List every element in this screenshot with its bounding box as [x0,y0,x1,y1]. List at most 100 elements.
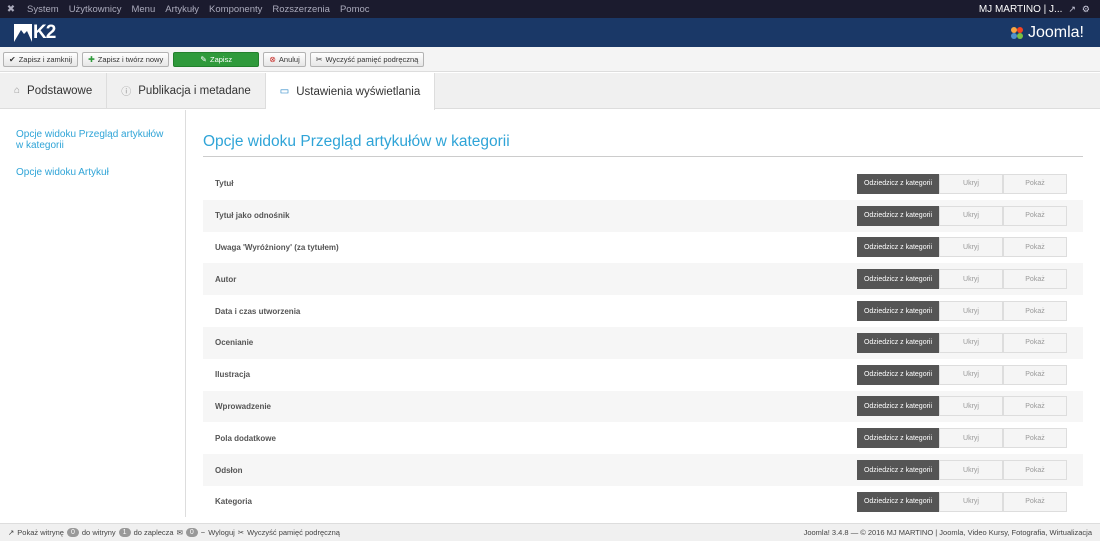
admin-menu: System Użytkownicy Menu Artykuły Kompone… [22,4,375,15]
inherit-option[interactable]: Odziedzicz z kategorii [857,428,939,449]
hide-option[interactable]: Ukryj [939,269,1003,290]
inherit-option[interactable]: Odziedzicz z kategorii [857,205,939,226]
inherit-option[interactable]: Odziedzicz z kategorii [857,237,939,258]
show-option[interactable]: Pokaż [1003,205,1067,226]
mountain-icon [14,23,32,42]
show-option[interactable]: Pokaż [1003,491,1067,512]
hide-option[interactable]: Ukryj [939,237,1003,258]
inherit-option[interactable]: Odziedzicz z kategorii [857,332,939,353]
info-icon: ⓘ [121,87,132,98]
option-label: Ilustracja [215,370,251,380]
show-site-link[interactable]: Pokaż witrynę [17,528,64,537]
option-row: Wprowadzenie Odziedzicz z kategorii Ukryj P… [203,390,1083,423]
option-toggle-group: Odziedzicz z kategorii Ukryj Pokaż [857,396,1067,417]
option-label: Pola dodatkowe [215,433,276,443]
external-link-icon: ↗ [8,528,15,537]
broom-icon: ✂ [315,54,323,64]
hide-option[interactable]: Ukryj [939,396,1003,417]
option-label: Autor [215,274,237,284]
monitor-icon: ▭ [279,86,290,97]
option-row: Odsłon Odziedzicz z kategorii Ukryj Pokaż [203,454,1083,486]
option-label: Wprowadzenie [215,401,272,411]
clear-cache-button[interactable]: ✂ Wyczyść pamięć podręczną [309,51,425,67]
messages-badge[interactable]: 0 [185,528,198,537]
option-label: Tytuł jako odnośnik [215,211,290,221]
hide-option[interactable]: Ukryj [939,205,1003,226]
hide-option[interactable]: Ukryj [939,460,1003,481]
joomla-logo-icon [1010,26,1023,39]
save-button[interactable]: ✎ Zapisz [173,51,260,67]
sidebar-item-article-view[interactable]: Opcje widoku Artykuł [0,167,185,178]
gear-icon[interactable]: ⚙ [1082,4,1090,15]
menu-extensions[interactable]: Rozszerzenia [267,4,335,15]
inherit-option[interactable]: Odziedzicz z kategorii [857,301,939,322]
inherit-option[interactable]: Odziedzicz z kategorii [857,491,939,512]
option-toggle-group: Odziedzicz z kategorii Ukryj Pokaż [857,491,1067,512]
show-option[interactable]: Pokaż [1003,428,1067,449]
clear-cache-link[interactable]: Wyczyść pamięć podręczną [247,528,340,537]
option-label: Tytuł [215,179,234,189]
home-icon: ⌂ [14,85,21,96]
save-close-button[interactable]: ✔ Zapisz i zamknij [3,51,79,67]
inherit-option[interactable]: Odziedzicz z kategorii [857,269,939,290]
show-option[interactable]: Pokaż [1003,364,1067,385]
inherit-option[interactable]: Odziedzicz z kategorii [857,460,939,481]
show-option[interactable]: Pokaż [1003,301,1067,322]
option-toggle-group: Odziedzicz z kategorii Ukryj Pokaż [857,269,1067,290]
tab-basic[interactable]: ⌂ Podstawowe [0,73,108,108]
tab-bar: ⌂ Podstawowe ⓘ Publikacja i metadane ▭ U… [0,73,1100,110]
joomla-icon[interactable]: ✖ [0,4,22,15]
option-row: Data i czas utworzenia Odziedzicz z kateg… [203,295,1083,327]
menu-users[interactable]: Użytkownicy [64,4,127,15]
option-toggle-group: Odziedzicz z kategorii Ukryj Pokaż [857,205,1067,226]
option-row: Ilustracja Odziedzicz z kategorii Ukryj Pok… [203,359,1083,391]
menu-content[interactable]: Artykuły [160,4,204,15]
hide-option[interactable]: Ukryj [939,428,1003,449]
tab-display-settings[interactable]: ▭ Ustawienia wyświetlania [265,73,436,110]
broom-icon: ✂ [237,528,245,537]
show-option[interactable]: Pokaż [1003,396,1067,417]
toolbar: ✔ Zapisz i zamknij ✚ Zapisz i twórz nowy… [0,47,1100,72]
option-toggle-group: Odziedzicz z kategorii Ukryj Pokaż [857,173,1067,194]
show-option[interactable]: Pokaż [1003,269,1067,290]
hide-option[interactable]: Ukryj [939,364,1003,385]
hide-option[interactable]: Ukryj [939,491,1003,512]
hide-option[interactable]: Ukryj [939,173,1003,194]
option-label: Odsłon [215,465,243,475]
option-toggle-group: Odziedzicz z kategorii Ukryj Pokaż [857,364,1067,385]
show-option[interactable]: Pokaż [1003,237,1067,258]
option-label: Kategoria [215,497,252,507]
inherit-option[interactable]: Odziedzicz z kategorii [857,364,939,385]
sidebar: Opcje widoku Przegląd artykułów w katego… [0,110,186,517]
option-toggle-group: Odziedzicz z kategorii Ukryj Pokaż [857,332,1067,353]
show-option[interactable]: Pokaż [1003,173,1067,194]
logout-link[interactable]: Wyloguj [208,528,235,537]
inherit-option[interactable]: Odziedzicz z kategorii [857,396,939,417]
option-row: Tytuł jako odnośnik Odziedzicz z kategori… [203,199,1083,232]
option-row: Pola dodatkowe Odziedzicz z kategorii Ukry… [203,422,1083,454]
envelope-icon: ✉ [176,528,183,537]
inherit-option[interactable]: Odziedzicz z kategorii [857,173,939,194]
external-link-icon[interactable]: ↗ [1068,4,1076,15]
admin-users-label: do zaplecza [133,528,174,537]
option-label: Uwaga 'Wyróżniony' (za tytułem) [215,242,339,252]
menu-help[interactable]: Pomoc [335,4,375,15]
show-option[interactable]: Pokaż [1003,332,1067,353]
option-toggle-group: Odziedzicz z kategorii Ukryj Pokaż [857,237,1067,258]
user-menu[interactable]: MJ MARTINO | J... [979,4,1063,15]
sidebar-item-category-view[interactable]: Opcje widoku Przegląd artykułów w katego… [0,129,185,151]
save-new-button[interactable]: ✚ Zapisz i twórz nowy [82,51,170,67]
check-icon: ✔ [9,54,16,64]
tab-publishing[interactable]: ⓘ Publikacja i metadane [107,73,266,108]
hide-option[interactable]: Ukryj [939,332,1003,353]
menu-system[interactable]: System [22,4,64,15]
main-content: Opcje widoku Przegląd artykułów w katego… [187,110,1100,517]
menu-components[interactable]: Komponenty [204,4,267,15]
hide-option[interactable]: Ukryj [939,301,1003,322]
show-option[interactable]: Pokaż [1003,460,1067,481]
option-toggle-group: Odziedzicz z kategorii Ukryj Pokaż [857,428,1067,449]
cancel-button[interactable]: ⊗ Anuluj [263,51,306,67]
site-visitors-label: do witryny [81,528,116,537]
options-list: Tytuł Odziedzicz z kategorii Ukryj Pokaż Tyt… [203,168,1083,517]
menu-menus[interactable]: Menu [126,4,160,15]
